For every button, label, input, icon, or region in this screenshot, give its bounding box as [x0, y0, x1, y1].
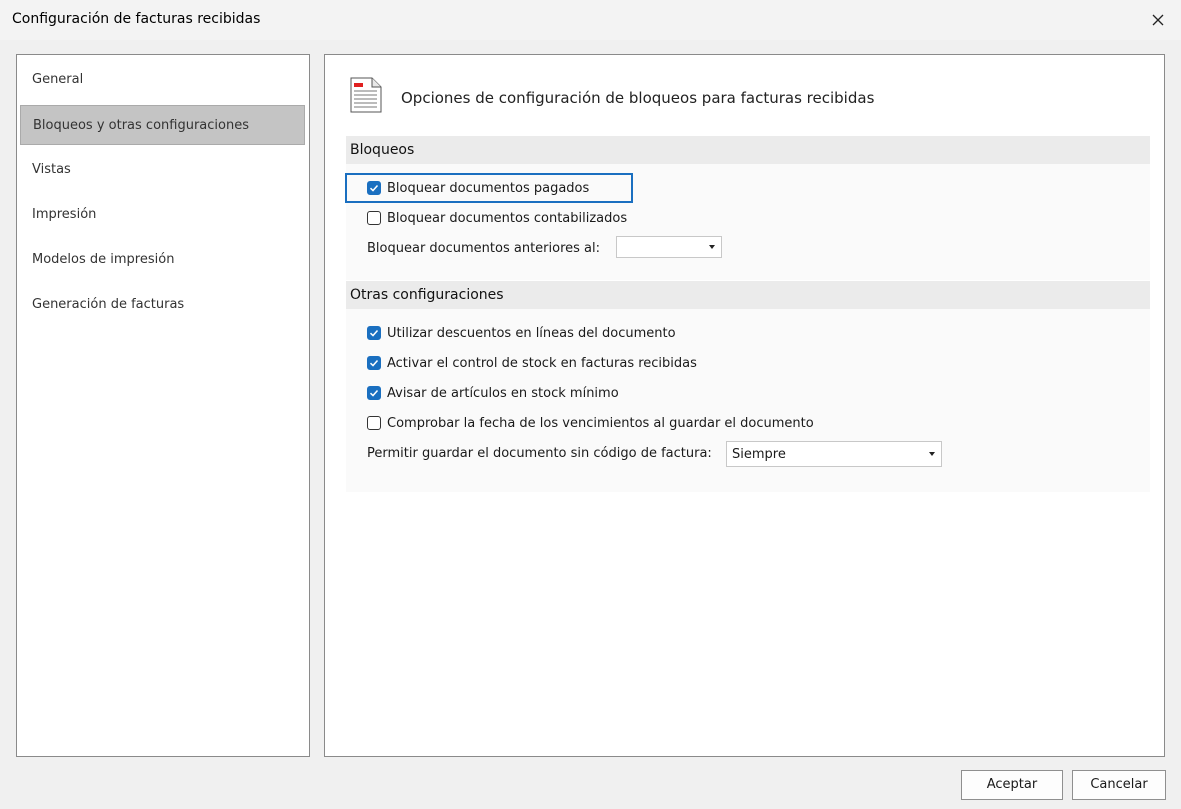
checkbox-label: Comprobar la fecha de los vencimientos a…	[387, 415, 814, 431]
checkbox-control-stock[interactable]: Activar el control de stock en facturas …	[367, 351, 697, 375]
close-button[interactable]	[1135, 0, 1181, 40]
select-value: Siempre	[732, 447, 786, 462]
bloquear-anteriores-label: Bloquear documentos anteriores al:	[367, 241, 600, 256]
sidebar-item-vistas[interactable]: Vistas	[20, 150, 305, 190]
checkbox-label: Activar el control de stock en facturas …	[387, 355, 697, 371]
dropdown-arrow-icon	[709, 245, 715, 249]
checkbox-utilizar-descuentos[interactable]: Utilizar descuentos en líneas del docume…	[367, 321, 676, 345]
checkbox-label: Bloquear documentos pagados	[387, 180, 590, 196]
checkbox-label: Utilizar descuentos en líneas del docume…	[387, 325, 676, 341]
page-title: Opciones de configuración de bloqueos pa…	[401, 89, 875, 107]
close-icon	[1152, 14, 1164, 26]
checkbox-checked-icon	[367, 326, 381, 340]
checkbox-checked-icon	[367, 181, 381, 195]
section-header-bloqueos: Bloqueos	[346, 136, 1150, 164]
document-settings-icon	[350, 77, 382, 113]
sidebar: General Bloqueos y otras configuraciones…	[16, 54, 310, 757]
window-title: Configuración de facturas recibidas	[12, 11, 261, 27]
checkbox-comprobar-vencimientos[interactable]: Comprobar la fecha de los vencimientos a…	[367, 411, 814, 435]
dropdown-arrow-icon	[929, 452, 935, 456]
settings-panel: Opciones de configuración de bloqueos pa…	[324, 54, 1165, 757]
checkbox-checked-icon	[367, 386, 381, 400]
accept-button[interactable]: Aceptar	[961, 770, 1063, 800]
bloquear-anteriores-date-combo[interactable]	[616, 236, 722, 258]
sidebar-item-modelos-impresion[interactable]: Modelos de impresión	[20, 240, 305, 280]
section-header-otras: Otras configuraciones	[346, 281, 1150, 309]
sidebar-item-impresion[interactable]: Impresión	[20, 195, 305, 235]
checkbox-unchecked-icon	[367, 211, 381, 225]
sidebar-item-general[interactable]: General	[20, 60, 305, 100]
title-bar: Configuración de facturas recibidas	[0, 0, 1181, 40]
sin-codigo-label: Permitir guardar el documento sin código…	[367, 446, 712, 461]
checkbox-bloquear-contabilizados[interactable]: Bloquear documentos contabilizados	[367, 206, 627, 230]
sidebar-item-generacion-facturas[interactable]: Generación de facturas	[20, 285, 305, 325]
checkbox-unchecked-icon	[367, 416, 381, 430]
sidebar-item-bloqueos[interactable]: Bloqueos y otras configuraciones	[20, 105, 305, 145]
cancel-button[interactable]: Cancelar	[1072, 770, 1166, 800]
checkbox-bloquear-pagados[interactable]: Bloquear documentos pagados	[367, 176, 589, 200]
checkbox-checked-icon	[367, 356, 381, 370]
checkbox-label: Bloquear documentos contabilizados	[387, 210, 628, 226]
checkbox-label: Avisar de artículos en stock mínimo	[387, 385, 619, 401]
checkbox-stock-minimo[interactable]: Avisar de artículos en stock mínimo	[367, 381, 619, 405]
sin-codigo-select[interactable]: Siempre	[726, 441, 942, 467]
